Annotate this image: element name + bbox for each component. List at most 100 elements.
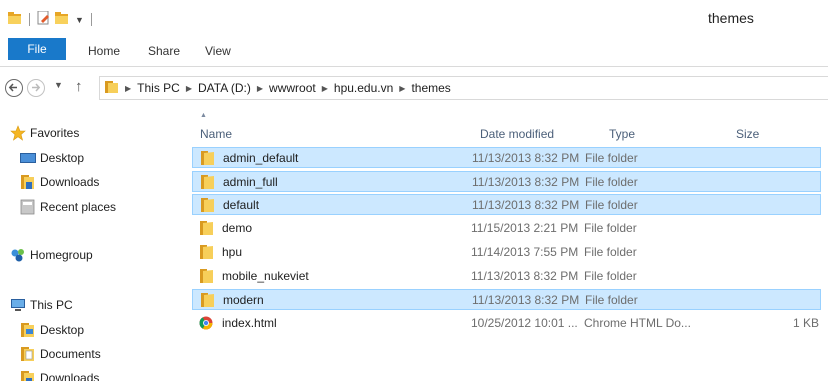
title-bar: ▼ themes	[0, 0, 828, 34]
table-row[interactable]: mobile_nukeviet 11/13/2013 8:32 PM File fo…	[192, 266, 821, 287]
file-type: File folder	[584, 221, 637, 235]
table-row[interactable]: admin_default 11/13/2013 8:32 PM File fold…	[192, 147, 821, 168]
sidebar-item-label: Recent places	[40, 200, 117, 214]
file-type: File folder	[584, 269, 637, 283]
table-row[interactable]: demo 11/15/2013 2:21 PM File folder	[192, 218, 821, 239]
file-name: hpu	[222, 245, 243, 259]
column-header-size[interactable]: Size	[736, 127, 759, 141]
folder-icon	[200, 293, 216, 307]
sidebar-item-label: Downloads	[40, 175, 100, 189]
column-header-date-modified[interactable]: Date modified	[480, 127, 554, 141]
recent-locations-chevron-icon[interactable]: ▼	[54, 80, 63, 90]
file-list: Name Date modified Type Size admin_defau…	[172, 109, 828, 381]
quick-access-toolbar: ▼	[8, 10, 95, 28]
up-arrow-icon[interactable]: ↑	[75, 78, 83, 95]
ribbon-tabs: File Home Share View	[0, 34, 828, 67]
sidebar-item-desktop[interactable]: Desktop	[20, 148, 84, 168]
breadcrumb-data-drive[interactable]: DATA (D:)	[198, 81, 251, 95]
file-name: modern	[223, 293, 264, 307]
breadcrumb-this-pc[interactable]: This PC	[137, 81, 180, 95]
back-button[interactable]	[5, 79, 23, 97]
sidebar-item-pc-desktop[interactable]: Desktop	[20, 320, 84, 340]
file-date-modified: 10/25/2012 10:01 ...	[471, 316, 578, 330]
tab-view[interactable]: View	[205, 40, 231, 67]
sidebar-item-downloads[interactable]: Downloads	[20, 172, 99, 192]
folder-icon	[104, 80, 119, 97]
sidebar-item-pc-documents[interactable]: Documents	[20, 344, 101, 364]
sidebar-item-label: This PC	[30, 298, 73, 312]
sidebar-item-pc-downloads[interactable]: Downloads	[20, 368, 99, 381]
breadcrumb-chevron-icon[interactable]: ▶	[399, 84, 405, 93]
arrow-left-icon	[8, 83, 17, 92]
computer-icon	[10, 297, 26, 313]
file-date-modified: 11/13/2013 8:32 PM	[472, 293, 580, 307]
table-row[interactable]: modern 11/13/2013 8:32 PM File folder	[192, 289, 821, 310]
file-date-modified: 11/13/2013 8:32 PM	[472, 151, 580, 165]
sidebar-item-label: Homegroup	[30, 248, 93, 262]
breadcrumb-hpu[interactable]: hpu.edu.vn	[334, 81, 393, 95]
breadcrumb-chevron-icon[interactable]: ▶	[322, 84, 328, 93]
forward-button[interactable]	[27, 79, 45, 97]
file-name: admin_full	[223, 175, 278, 189]
navigation-row: ▼ ↑ ▶ This PC ▶ DATA (D:) ▶ wwwroot ▶ hp…	[0, 67, 828, 109]
recent-places-icon	[20, 199, 36, 215]
file-name: admin_default	[223, 151, 299, 165]
file-type: File folder	[585, 151, 638, 165]
sidebar-item-label: Desktop	[40, 151, 85, 165]
table-row[interactable]: admin_full 11/13/2013 8:32 PM File folder	[192, 171, 821, 192]
file-date-modified: 11/13/2013 8:32 PM	[472, 198, 580, 212]
sidebar-item-label: Downloads	[40, 371, 100, 381]
chrome-icon	[199, 316, 215, 330]
desktop-icon	[20, 150, 36, 166]
breadcrumb-wwwroot[interactable]: wwwroot	[269, 81, 316, 95]
file-size: 1 KB	[792, 316, 819, 330]
breadcrumb-themes[interactable]: themes	[411, 81, 450, 95]
file-type: File folder	[585, 175, 638, 189]
sidebar-item-homegroup[interactable]: Homegroup	[10, 245, 93, 265]
file-type: File folder	[585, 198, 638, 212]
breadcrumb-chevron-icon[interactable]: ▶	[257, 84, 263, 93]
breadcrumb-chevron-icon[interactable]: ▶	[186, 84, 192, 93]
column-header-name[interactable]: Name	[200, 127, 232, 141]
table-row[interactable]: index.html 10/25/2012 10:01 ... Chrome HTM…	[192, 313, 821, 334]
file-name: mobile_nukeviet	[222, 269, 309, 283]
toolbar-separator	[90, 13, 92, 26]
sidebar-item-label: Desktop	[40, 323, 85, 337]
homegroup-icon	[10, 247, 26, 263]
folder-icon	[199, 221, 215, 235]
folder-icon	[8, 11, 22, 28]
folder-icon	[199, 245, 215, 259]
sidebar-item-favorites[interactable]: Favorites	[10, 123, 79, 143]
sidebar-item-recent-places[interactable]: Recent places	[20, 197, 116, 217]
properties-icon[interactable]	[37, 10, 51, 28]
tab-home[interactable]: Home	[88, 40, 120, 67]
downloads-folder-icon	[20, 370, 36, 381]
sidebar-item-label: Favorites	[30, 126, 80, 140]
file-name: default	[223, 198, 260, 212]
breadcrumb-chevron-icon[interactable]: ▶	[125, 84, 131, 93]
folder-icon	[200, 151, 216, 165]
sidebar-item-this-pc[interactable]: This PC	[10, 295, 73, 315]
file-type: Chrome HTML Do...	[584, 316, 691, 330]
file-type: File folder	[584, 245, 637, 259]
tab-file[interactable]: File	[8, 38, 66, 60]
customize-toolbar-icon[interactable]: ▼	[75, 15, 84, 25]
window-title: themes	[708, 10, 754, 26]
folder-icon	[199, 269, 215, 283]
address-bar[interactable]: ▶ This PC ▶ DATA (D:) ▶ wwwroot ▶ hpu.ed…	[99, 76, 828, 100]
column-header-type[interactable]: Type	[609, 127, 635, 141]
sidebar-item-label: Documents	[40, 347, 101, 361]
folder-icon	[200, 198, 216, 212]
file-name: demo	[222, 221, 253, 235]
file-type: File folder	[585, 293, 638, 307]
new-folder-icon[interactable]	[55, 11, 69, 28]
table-row[interactable]: hpu 11/14/2013 7:55 PM File folder	[192, 242, 821, 263]
toolbar-separator	[29, 13, 30, 26]
tab-share[interactable]: Share	[148, 40, 180, 67]
downloads-icon	[20, 174, 36, 190]
navigation-pane: Favorites Desktop Downloads Recent place…	[0, 109, 172, 381]
arrow-right-icon	[32, 83, 41, 92]
table-row[interactable]: default 11/13/2013 8:32 PM File folder	[192, 194, 821, 215]
file-date-modified: 11/13/2013 8:32 PM	[471, 269, 579, 283]
file-name: index.html	[222, 316, 277, 330]
